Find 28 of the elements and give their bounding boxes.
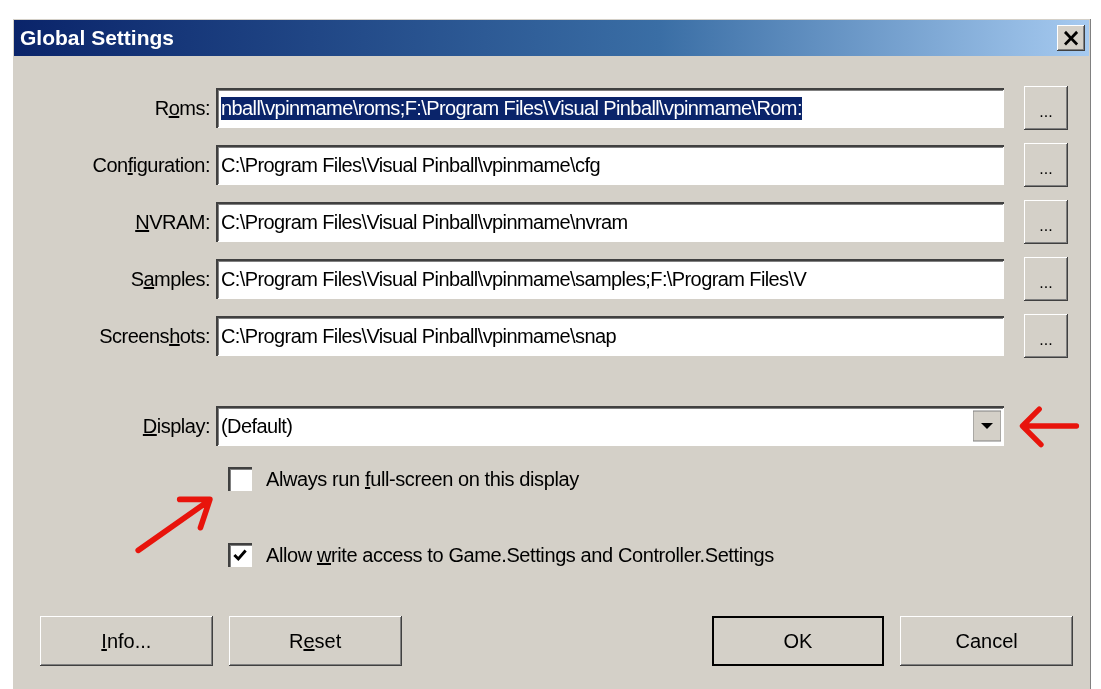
browse-button[interactable]: ... (1024, 314, 1068, 358)
path-field[interactable]: C:\Program Files\Visual Pinball\vpinmame\samples;F:\Program Files\V (216, 259, 1004, 299)
field-label: Display: (141, 414, 211, 438)
path-field[interactable]: C:\Program Files\Visual Pinball\vpinmame\nvram (216, 202, 1004, 242)
checkbox[interactable] (228, 467, 252, 491)
checkbox-label[interactable]: Always run full-screen on this display (266, 467, 579, 491)
dialog-button[interactable]: Reset (228, 616, 402, 666)
field-label: Samples: (129, 267, 211, 291)
browse-button[interactable]: ... (1024, 200, 1068, 244)
dropdown-arrow-icon[interactable] (973, 410, 1001, 442)
path-field[interactable]: C:\Program Files\Visual Pinball\vpinmame\cfg (216, 145, 1004, 185)
path-field[interactable]: C:\Program Files\Visual Pinball\vpinmame\snap (216, 316, 1004, 356)
dialog-button[interactable]: OK (711, 616, 885, 666)
close-button[interactable]: × (1057, 25, 1085, 51)
browse-button[interactable]: ... (1024, 143, 1068, 187)
window-title: Global Settings (20, 26, 174, 50)
field-label: Screenshots: (98, 324, 211, 348)
display-dropdown[interactable]: (Default) (216, 406, 1004, 446)
path-field[interactable]: nball\vpinmame\roms;F:\Program Files\Visual Pinball\vpinmame\Rom: (216, 88, 1004, 128)
dialog-button[interactable]: Cancel (900, 616, 1073, 666)
field-label: Configuration: (91, 153, 211, 177)
browse-button[interactable]: ... (1024, 86, 1068, 130)
checkbox-label[interactable]: Allow write access to Game.Settings and Controller.Settings (266, 543, 774, 567)
dialog-button[interactable]: Info... (40, 616, 213, 666)
field-label: Roms: (153, 96, 211, 120)
field-label: NVRAM: (134, 210, 211, 234)
browse-button[interactable]: ... (1024, 257, 1068, 301)
checkbox[interactable] (228, 543, 252, 567)
